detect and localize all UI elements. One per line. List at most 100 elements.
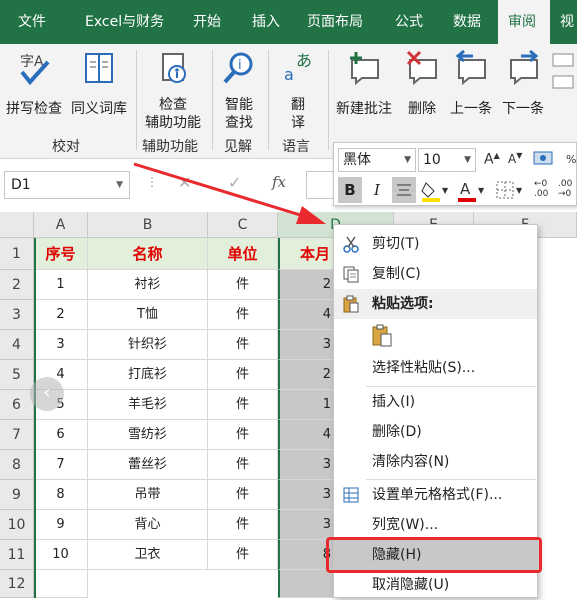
previous-comment-button[interactable]: 上一条 [446, 50, 496, 118]
cell-unit[interactable]: 件 [208, 330, 278, 360]
cell-name[interactable]: 衬衫 [88, 270, 208, 300]
cell-name[interactable]: 蕾丝衫 [88, 450, 208, 480]
cell-unit[interactable]: 件 [208, 450, 278, 480]
cell-seq[interactable]: 10 [34, 540, 88, 570]
row-header[interactable]: 10 [0, 510, 34, 540]
tab-excel-finance[interactable]: Excel与财务 [85, 0, 164, 44]
menu-item-delete[interactable]: 删除(D) [334, 417, 537, 447]
menu-item-clear-contents[interactable]: 清除内容(N) [334, 447, 537, 477]
thesaurus-button[interactable]: 同义词库 [66, 50, 132, 118]
show-comments-icon[interactable] [550, 50, 577, 100]
increase-decimal-icon[interactable]: ←0.00 [534, 179, 548, 199]
check-accessibility-button[interactable]: 检查 辅助功能 [140, 50, 206, 132]
cell-month[interactable]: 3 [278, 330, 334, 360]
percent-icon[interactable]: % [566, 153, 576, 166]
row-header[interactable]: 8 [0, 450, 34, 480]
menu-item-copy[interactable]: 复制(C) [334, 259, 537, 289]
empty-cell[interactable] [278, 570, 334, 598]
column-header-a[interactable]: A [34, 212, 88, 238]
cell-month[interactable]: 2 [278, 270, 334, 300]
menu-item-insert[interactable]: 插入(I) [334, 387, 537, 417]
italic-button[interactable]: I [366, 177, 388, 203]
borders-icon[interactable]: ▼ [494, 177, 524, 203]
cell-seq[interactable]: 3 [34, 330, 88, 360]
cell-unit[interactable]: 件 [208, 510, 278, 540]
cell-month[interactable]: 3 [278, 480, 334, 510]
tab-formulas[interactable]: 公式 [395, 0, 423, 44]
tab-view[interactable]: 视 [560, 0, 574, 44]
cell-seq[interactable]: 1 [34, 270, 88, 300]
cell-month[interactable]: 4 [278, 420, 334, 450]
smart-lookup-button[interactable]: i 智能 查找 [216, 50, 262, 132]
font-color-icon[interactable]: A ▼ [456, 177, 486, 203]
bold-button[interactable]: B [338, 177, 362, 203]
delete-comment-button[interactable]: 删除 [400, 50, 444, 118]
cell-month[interactable]: 2 [278, 360, 334, 390]
menu-item-cut[interactable]: 剪切(T) [334, 229, 537, 259]
cell-unit[interactable]: 件 [208, 420, 278, 450]
row-header[interactable]: 3 [0, 300, 34, 330]
row-header[interactable]: 7 [0, 420, 34, 450]
menu-item-format-cells[interactable]: 设置单元格格式(F)... [334, 480, 537, 510]
decrease-decimal-icon[interactable]: .00 →0 [558, 179, 572, 199]
cell-month[interactable]: 4 [278, 300, 334, 330]
cell-name[interactable]: 针织衫 [88, 330, 208, 360]
row-header[interactable]: 6 [0, 390, 34, 420]
spell-check-button[interactable]: 字A 拼写检查 [2, 50, 66, 118]
header-cell-month[interactable]: 本月 [278, 238, 334, 270]
cell-name[interactable]: 羊毛衫 [88, 390, 208, 420]
row-header[interactable]: 4 [0, 330, 34, 360]
font-name-box[interactable]: 黑体 ▼ [338, 148, 416, 172]
chevron-left-icon[interactable]: ‹ [30, 377, 64, 411]
tab-data[interactable]: 数据 [453, 0, 481, 44]
cell-month[interactable]: 1 [278, 390, 334, 420]
chevron-down-icon[interactable]: ▼ [116, 172, 123, 198]
cell-name[interactable]: 吊带 [88, 480, 208, 510]
header-cell-unit[interactable]: 单位 [208, 238, 278, 270]
cell-unit[interactable]: 件 [208, 480, 278, 510]
row-header[interactable]: 11 [0, 540, 34, 570]
cell-name[interactable]: 卫衣 [88, 540, 208, 570]
empty-cell[interactable] [34, 570, 88, 598]
new-comment-button[interactable]: 新建批注 [332, 50, 396, 118]
header-cell-name[interactable]: 名称 [88, 238, 208, 270]
cell-unit[interactable]: 件 [208, 300, 278, 330]
row-header[interactable]: 9 [0, 480, 34, 510]
translate-button[interactable]: aあ 翻 译 [272, 50, 324, 132]
font-size-box[interactable]: 10 ▼ [418, 148, 476, 172]
tab-home[interactable]: 开始 [193, 0, 221, 44]
tab-page-layout[interactable]: 页面布局 [307, 0, 363, 44]
row-header[interactable]: 12 [0, 570, 34, 598]
tab-file[interactable]: 文件 [18, 0, 46, 44]
cell-month[interactable]: 3 [278, 450, 334, 480]
menu-item-unhide[interactable]: 取消隐藏(U) [334, 570, 537, 600]
chevron-down-icon[interactable]: ▼ [404, 149, 411, 171]
chevron-down-icon[interactable]: ▼ [464, 149, 471, 171]
row-header[interactable]: 5 [0, 360, 34, 390]
cell-seq[interactable]: 9 [34, 510, 88, 540]
increase-font-icon[interactable]: A▲ [484, 151, 500, 168]
align-center-button[interactable] [392, 177, 416, 203]
cell-seq[interactable]: 6 [34, 420, 88, 450]
fill-color-icon[interactable]: ▼ [420, 177, 450, 203]
header-cell-seq[interactable]: 序号 [34, 238, 88, 270]
cell-unit[interactable]: 件 [208, 390, 278, 420]
cell-name[interactable]: 雪纺衫 [88, 420, 208, 450]
row-header[interactable]: 2 [0, 270, 34, 300]
cell-month[interactable]: 3 [278, 510, 334, 540]
cell-name[interactable]: 打底衫 [88, 360, 208, 390]
next-comment-button[interactable]: 下一条 [498, 50, 548, 118]
menu-item-paste-special[interactable]: 选择性粘贴(S)... [334, 353, 537, 383]
cell-unit[interactable]: 件 [208, 360, 278, 390]
name-box[interactable]: D1 ▼ [4, 171, 130, 199]
select-all-corner[interactable] [0, 212, 34, 238]
tab-review[interactable]: 审阅 [498, 0, 550, 44]
paste-button[interactable] [370, 323, 396, 349]
number-format-icon[interactable] [532, 149, 554, 169]
cell-name[interactable]: T恤 [88, 300, 208, 330]
cell-unit[interactable]: 件 [208, 270, 278, 300]
decrease-font-icon[interactable]: A▼ [508, 151, 522, 166]
cell-seq[interactable]: 7 [34, 450, 88, 480]
menu-item-column-width[interactable]: 列宽(W)... [334, 510, 537, 540]
tab-insert[interactable]: 插入 [252, 0, 280, 44]
